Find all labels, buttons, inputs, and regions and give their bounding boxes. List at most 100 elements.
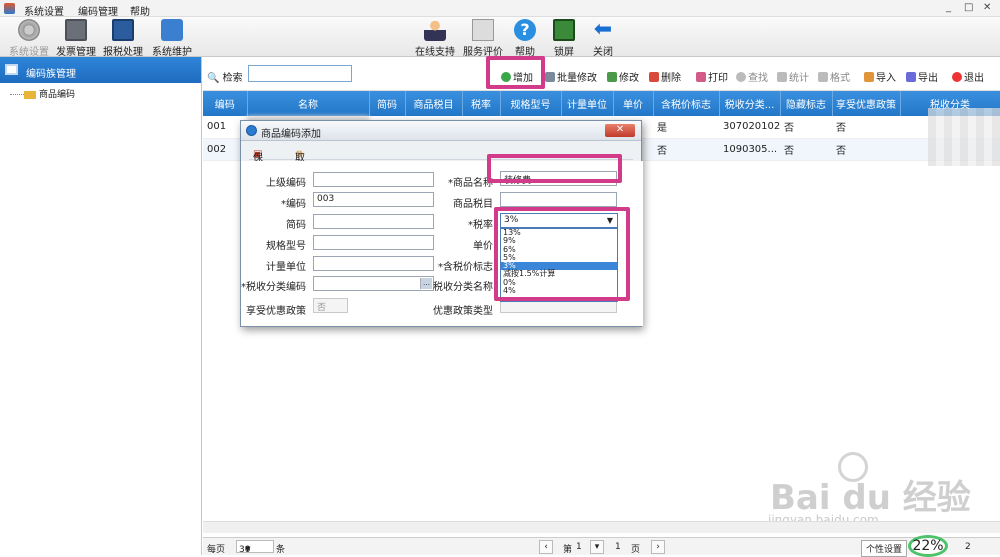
close-window-icon[interactable]: ✕ <box>983 2 991 13</box>
page-total: 1 <box>615 542 621 552</box>
delete-button[interactable]: 删除 <box>649 69 681 84</box>
next-page-icon[interactable]: › <box>651 540 665 554</box>
toolbar-label: 报税处理 <box>103 47 143 58</box>
cell-tax-incl: 否 <box>653 138 719 161</box>
redacted-area <box>928 108 1000 166</box>
parent-code-label: 上级编码 <box>266 178 306 189</box>
format-icon <box>818 72 828 82</box>
preferential-select[interactable]: 否 <box>313 298 348 313</box>
toolbar-system-maintenance-button[interactable]: 系统维护 <box>144 17 200 58</box>
help-icon: ? <box>514 19 536 41</box>
search-label: 🔍 检索 <box>207 73 243 84</box>
spec-label: 规格型号 <box>266 241 306 252</box>
short-code-label: 简码 <box>286 220 306 231</box>
personal-settings-button[interactable]: 个性设置 <box>861 540 908 557</box>
maximize-icon[interactable]: □ <box>964 2 973 13</box>
toolbar-tax-filing-button[interactable]: 报税处理 <box>95 17 151 58</box>
col-header[interactable]: 编码 <box>203 91 248 116</box>
gear-icon <box>18 19 40 41</box>
toolbar-label: 系统维护 <box>152 47 192 58</box>
menu-system-settings[interactable]: 系统设置 <box>24 3 64 18</box>
toolbar-label: 关闭 <box>593 47 613 58</box>
col-header[interactable]: 单价 <box>613 91 654 116</box>
cell-preferential: 否 <box>832 138 900 161</box>
highlight-product-name <box>487 154 622 183</box>
parent-code-field[interactable] <box>313 172 434 187</box>
tax-item-field[interactable] <box>500 192 617 207</box>
left-panel-title: 编码族管理 <box>26 69 76 80</box>
col-header[interactable]: 计量单位 <box>561 91 614 116</box>
exit-button[interactable]: 退出 <box>952 69 984 84</box>
unit-field[interactable] <box>313 256 434 271</box>
monitor-icon <box>112 19 134 41</box>
find-button[interactable]: 查找 <box>736 69 768 84</box>
cell-preferential: 否 <box>832 116 900 139</box>
batch-edit-button[interactable]: 批量修改 <box>545 69 597 84</box>
per-page-unit: 条 <box>276 545 286 555</box>
col-header[interactable]: 税率 <box>462 91 501 116</box>
search-icon <box>736 72 746 82</box>
page-number[interactable]: 1 <box>576 542 582 552</box>
tax-item-label: 商品税目 <box>453 199 493 210</box>
code-field[interactable]: 003 <box>313 192 434 207</box>
format-button[interactable]: 格式 <box>818 69 850 84</box>
export-icon <box>906 72 916 82</box>
tax-class-name-label: 税收分类名称 <box>433 282 493 293</box>
menu-bar: 系统设置 编码管理 帮助 _ □ ✕ <box>0 0 1000 18</box>
lock-icon <box>553 19 575 41</box>
per-page-label: 每页 <box>207 545 226 555</box>
import-button[interactable]: 导入 <box>864 69 896 84</box>
export-button[interactable]: 导出 <box>906 69 938 84</box>
left-panel-header: 编码族管理 <box>0 57 201 83</box>
edit-icon <box>607 72 617 82</box>
cell-tax-class: 1090305... <box>719 138 780 161</box>
col-header[interactable]: 简码 <box>369 91 406 116</box>
action-bar: 🔍 检索 增加 批量修改 修改 删除 打印 查找 统计 格式 导入 导出 退出 <box>203 57 1000 91</box>
unit-label: 计量单位 <box>266 262 306 273</box>
folder-icon <box>24 90 36 99</box>
record-count: 2 <box>965 542 971 552</box>
statistics-button[interactable]: 统计 <box>777 69 809 84</box>
page-chevron-icon[interactable]: ▾ <box>590 540 604 554</box>
folder-icon <box>161 19 183 41</box>
col-header[interactable]: 规格型号 <box>500 91 562 116</box>
watermark: Bai du 经验 <box>770 478 971 518</box>
highlight-tax-rate <box>494 207 630 301</box>
col-header[interactable]: 名称 <box>247 91 370 116</box>
cell-hidden: 否 <box>780 138 832 161</box>
dialog-close-icon[interactable]: ✕ <box>605 124 635 137</box>
horizontal-scrollbar[interactable] <box>203 521 1000 533</box>
support-person-icon <box>424 19 446 41</box>
back-arrow-icon: ⬅ <box>593 17 613 42</box>
page-suffix: 页 <box>631 545 641 555</box>
power-icon <box>952 72 962 82</box>
search-input[interactable] <box>248 65 352 82</box>
short-code-field[interactable] <box>313 214 434 229</box>
col-header[interactable]: 税收分类... <box>719 91 781 116</box>
spec-field[interactable] <box>313 235 434 250</box>
menu-code-management[interactable]: 编码管理 <box>78 3 118 18</box>
print-button[interactable]: 打印 <box>696 69 728 84</box>
left-panel: 编码族管理 商品编码 <box>0 57 202 555</box>
col-header[interactable]: 商品税目 <box>405 91 463 116</box>
col-header[interactable]: 享受优惠政策 <box>832 91 901 116</box>
preferential-type-label: 优惠政策类型 <box>433 306 493 317</box>
panel-icon <box>5 64 18 75</box>
tax-class-code-field[interactable]: … <box>313 276 434 291</box>
menu-help[interactable]: 帮助 <box>130 3 150 18</box>
page-prefix: 第 <box>563 545 573 555</box>
tree-item-product-code[interactable]: 商品编码 <box>10 87 75 100</box>
minimize-icon[interactable]: _ <box>946 2 951 13</box>
cell-tax-incl: 是 <box>653 116 719 139</box>
col-header[interactable]: 含税价标志 <box>653 91 720 116</box>
price-label: 单价 <box>473 241 493 252</box>
chart-icon <box>777 72 787 82</box>
edit-button[interactable]: 修改 <box>607 69 639 84</box>
progress-badge: 22% <box>908 535 948 557</box>
per-page-select[interactable]: 30 ▼ <box>236 540 274 555</box>
toolbar-close-button[interactable]: ⬅ 关闭 <box>575 17 631 59</box>
preferential-label: 享受优惠政策 <box>246 306 306 317</box>
col-header[interactable]: 隐藏标志 <box>780 91 833 116</box>
prev-page-icon[interactable]: ‹ <box>539 540 553 554</box>
cell-tax-class: 307020102 <box>719 116 780 139</box>
